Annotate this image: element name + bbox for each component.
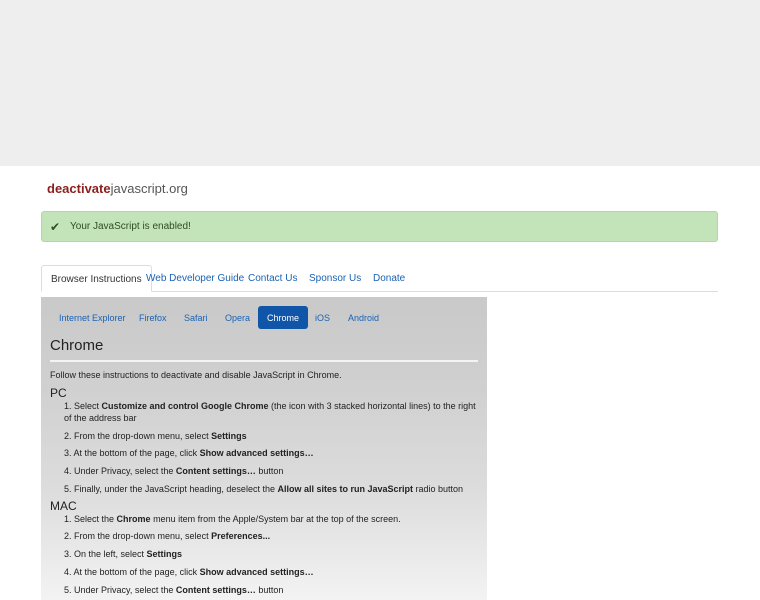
- tab-android[interactable]: Android: [348, 306, 379, 329]
- section-heading-pc: PC: [50, 386, 67, 400]
- step-text: 3. On the left, select: [64, 549, 147, 559]
- tab-chrome[interactable]: Chrome: [258, 306, 309, 329]
- mac-step-5: 5. Under Privacy, select the Content set…: [64, 584, 484, 596]
- pc-step-3: 3. At the bottom of the page, click Show…: [64, 447, 484, 459]
- page-title: Chrome: [50, 337, 104, 354]
- tab-sponsor-us[interactable]: Sponsor Us: [309, 265, 361, 291]
- step-text: button: [255, 466, 284, 476]
- step-text: menu item from the Apple/System bar at t…: [150, 514, 401, 524]
- main-tabs: Browser Instructions Web Developer Guide…: [41, 265, 718, 292]
- step-text: radio button: [413, 484, 464, 494]
- alert-text: Your JavaScript is enabled!: [70, 221, 191, 232]
- step-text: 5. Finally, under the JavaScript heading…: [64, 484, 278, 494]
- tab-donate[interactable]: Donate: [373, 265, 405, 291]
- step-text: button: [255, 585, 284, 595]
- mac-step-4: 4. At the bottom of the page, click Show…: [64, 566, 484, 578]
- step-text: 5. Under Privacy, select the: [64, 585, 176, 595]
- site-logo[interactable]: deactivatejavascript.org: [47, 181, 188, 197]
- tab-ios[interactable]: iOS: [315, 306, 330, 329]
- step-text: 4. At the bottom of the page, click: [64, 567, 200, 577]
- instructions-panel: Internet Explorer Firefox Safari Opera C…: [41, 297, 487, 600]
- logo-domain-text: javascript.org: [110, 181, 188, 196]
- step-emphasis: Settings: [146, 549, 183, 559]
- intro-text: Follow these instructions to deactivate …: [50, 370, 342, 380]
- step-emphasis: Show advanced settings…: [199, 448, 314, 458]
- section-heading-mac: MAC: [50, 499, 77, 513]
- step-emphasis: Content settings…: [175, 585, 256, 595]
- step-text: 3. At the bottom of the page, click: [64, 448, 200, 458]
- step-text: 4. Under Privacy, select the: [64, 466, 176, 476]
- step-emphasis: Allow all sites to run JavaScript: [277, 484, 414, 494]
- step-text: 1. Select the: [64, 514, 117, 524]
- tab-browser-instructions[interactable]: Browser Instructions: [41, 265, 152, 292]
- tab-opera[interactable]: Opera: [225, 306, 250, 329]
- step-emphasis: Settings: [211, 431, 247, 441]
- pc-step-1: 1. Select Customize and control Google C…: [64, 400, 484, 424]
- step-emphasis: Chrome: [116, 514, 151, 524]
- step-text: 1. Select: [64, 401, 102, 411]
- mac-step-2: 2. From the drop-down menu, select Prefe…: [64, 530, 484, 542]
- step-emphasis: Show advanced settings…: [199, 567, 314, 577]
- tab-firefox[interactable]: Firefox: [139, 306, 167, 329]
- status-alert: ✔ Your JavaScript is enabled!: [41, 211, 718, 242]
- pc-step-5: 5. Finally, under the JavaScript heading…: [64, 483, 484, 495]
- step-emphasis: Content settings…: [175, 466, 256, 476]
- mac-step-1: 1. Select the Chrome menu item from the …: [64, 513, 484, 525]
- title-divider: [50, 360, 478, 362]
- check-icon: ✔: [50, 220, 61, 234]
- step-text: 2. From the drop-down menu, select: [64, 431, 212, 441]
- tab-safari[interactable]: Safari: [184, 306, 208, 329]
- step-text: 2. From the drop-down menu, select: [64, 531, 212, 541]
- mac-step-3: 3. On the left, select Settings: [64, 548, 484, 560]
- top-banner-area: [0, 0, 760, 166]
- tab-internet-explorer[interactable]: Internet Explorer: [59, 306, 126, 329]
- logo-bold-text: deactivate: [47, 181, 111, 196]
- pc-step-4: 4. Under Privacy, select the Content set…: [64, 465, 484, 477]
- tab-contact-us[interactable]: Contact Us: [248, 265, 297, 291]
- pc-step-2: 2. From the drop-down menu, select Setti…: [64, 430, 484, 442]
- step-emphasis: Preferences...: [211, 531, 271, 541]
- tab-web-developer-guide[interactable]: Web Developer Guide: [146, 265, 244, 291]
- step-emphasis: Customize and control Google Chrome: [101, 401, 269, 411]
